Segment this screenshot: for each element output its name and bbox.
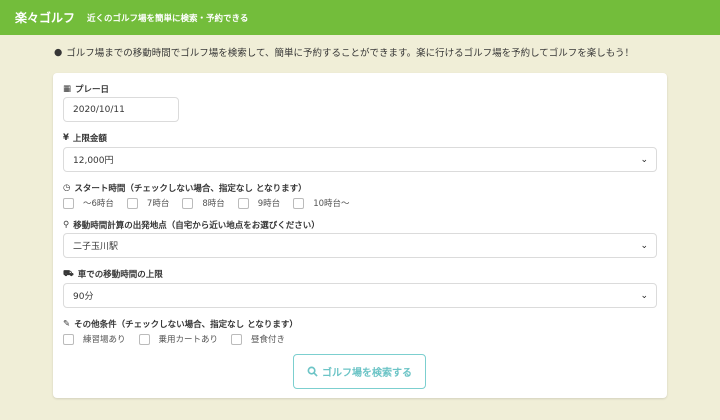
budget-label: ¥ 上限金額 xyxy=(63,132,107,144)
checkbox[interactable] xyxy=(231,333,243,345)
button-label: ゴルフ場を検索する xyxy=(322,368,412,379)
option-label: 乗用カートあり xyxy=(158,335,219,345)
other-option[interactable]: 練習場あり xyxy=(63,333,126,345)
departure-select[interactable]: 二子玉川駅 ⌄ xyxy=(63,233,657,258)
other-conditions-label: ✎ その他条件（チェックしない場合、指定なし となります） xyxy=(63,318,298,330)
option-label: 〜6時台 xyxy=(83,199,114,209)
yen-icon: ¥ xyxy=(63,133,69,143)
clock-icon: ◷ xyxy=(63,183,71,193)
play-date-label: ▦ プレー日 xyxy=(63,83,109,95)
label-text: 移動時間計算の出発地点（自宅から近い地点をお選びください） xyxy=(73,221,320,231)
brand-logo[interactable]: 楽々ゴルフ xyxy=(15,9,75,26)
checkbox[interactable] xyxy=(63,333,74,345)
chevron-down-icon: ⌄ xyxy=(640,154,648,165)
map-pin-icon: ⚲ xyxy=(63,220,70,230)
intro-text: ゴルフ場までの移動時間でゴルフ場を検索して、簡単に予約することができます。楽に行… xyxy=(66,48,635,59)
drive-time-label: ⛟ 車での移動時間の上限 xyxy=(63,268,163,281)
select-value: 二子玉川駅 xyxy=(73,242,119,252)
car-icon: ⛟ xyxy=(63,268,74,279)
label-text: プレー日 xyxy=(75,85,110,95)
option-label: 8時台 xyxy=(202,199,225,209)
play-date-input[interactable]: 2020/10/11 xyxy=(63,97,179,122)
tagline: 近くのゴルフ場を簡単に検索・予約できる xyxy=(87,13,249,24)
start-time-options: 〜6時台 7時台 8時台 9時台 10時台〜 xyxy=(63,197,363,209)
checkbox[interactable] xyxy=(293,197,305,209)
label-text: 車での移動時間の上限 xyxy=(77,270,163,280)
start-time-option[interactable]: 9時台 xyxy=(237,197,281,209)
other-option[interactable]: 昼食付き xyxy=(231,333,285,345)
other-options: 練習場あり 乗用カートあり 昼食付き xyxy=(63,333,298,345)
select-value: 12,000円 xyxy=(73,156,114,166)
start-time-option[interactable]: 8時台 xyxy=(182,197,225,209)
search-button[interactable]: ゴルフ場を検索する xyxy=(293,354,426,389)
option-label: 練習場あり xyxy=(83,335,126,345)
checkbox[interactable] xyxy=(182,197,194,209)
label-text: その他条件（チェックしない場合、指定なし となります） xyxy=(74,320,298,330)
app-header: 楽々ゴルフ 近くのゴルフ場を簡単に検索・予約できる xyxy=(0,0,720,35)
intro: ● ゴルフ場までの移動時間でゴルフ場を検索して、簡単に予約することができます。楽… xyxy=(54,45,635,60)
chevron-down-icon: ⌄ xyxy=(640,290,648,301)
select-value: 90分 xyxy=(73,292,94,302)
golf-ball-icon: ● xyxy=(54,46,63,58)
start-time-option[interactable]: 10時台〜 xyxy=(293,197,350,209)
search-form: ▦ プレー日 2020/10/11 ¥ 上限金額 12,000円 ⌄ ◷ スタート時間（… xyxy=(53,73,667,398)
label-text: スタート時間（チェックしない場合、指定なし となります） xyxy=(74,184,307,194)
checkbox[interactable] xyxy=(126,197,138,209)
start-time-option[interactable]: 7時台 xyxy=(126,197,170,209)
start-time-label: ◷ スタート時間（チェックしない場合、指定なし となります） xyxy=(63,182,307,194)
option-label: 10時台〜 xyxy=(313,199,350,209)
checkbox[interactable] xyxy=(138,333,150,345)
drive-time-select[interactable]: 90分 ⌄ xyxy=(63,283,657,308)
option-label: 9時台 xyxy=(257,199,281,209)
other-option[interactable]: 乗用カートあり xyxy=(138,333,219,345)
search-icon xyxy=(307,366,318,377)
chevron-down-icon: ⌄ xyxy=(640,240,648,251)
calendar-icon: ▦ xyxy=(63,84,72,94)
wrench-icon: ✎ xyxy=(63,319,71,329)
departure-label: ⚲ 移動時間計算の出発地点（自宅から近い地点をお選びください） xyxy=(63,219,320,231)
option-label: 7時台 xyxy=(146,199,170,209)
option-label: 昼食付き xyxy=(251,335,286,345)
checkbox[interactable] xyxy=(63,197,74,209)
budget-select[interactable]: 12,000円 ⌄ xyxy=(63,147,657,172)
label-text: 上限金額 xyxy=(72,134,107,144)
start-time-option[interactable]: 〜6時台 xyxy=(63,197,114,209)
checkbox[interactable] xyxy=(237,197,249,209)
